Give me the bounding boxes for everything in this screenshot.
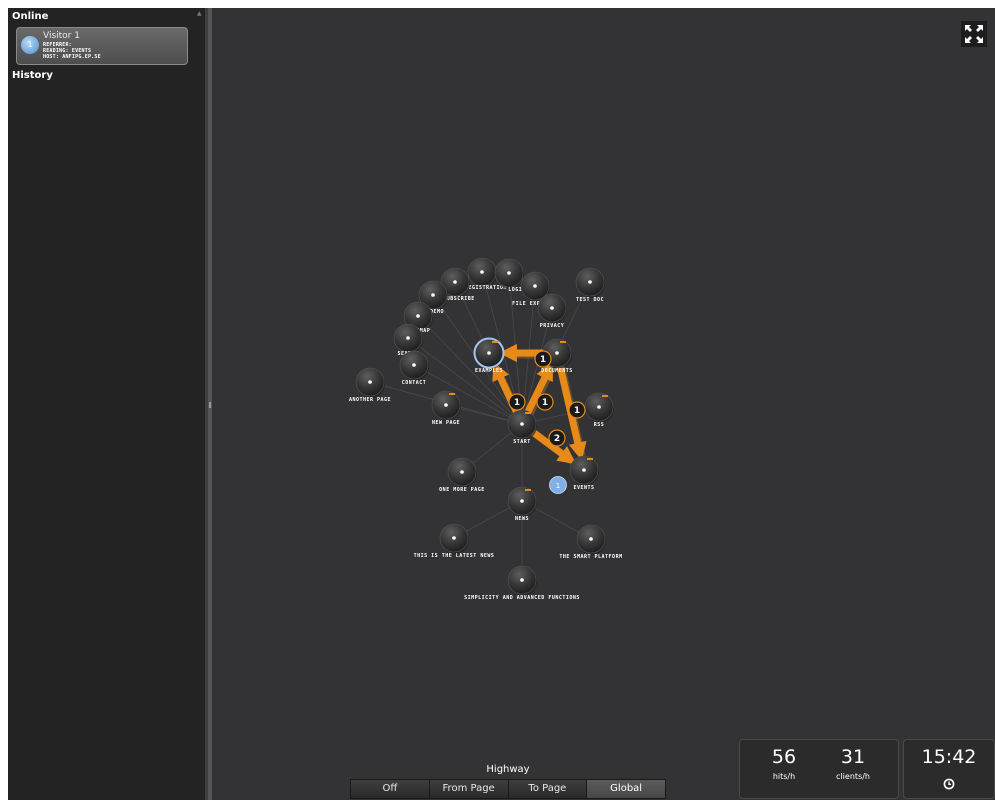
flow-count-badge: 2 (548, 429, 566, 447)
graph-node-events[interactable]: EVENTS (569, 455, 599, 491)
graph-node-new-page[interactable]: NEW PAGE (431, 390, 461, 426)
clock-panel: 15:42 (903, 739, 995, 799)
activity-badge-icon (525, 412, 531, 414)
fullscreen-button[interactable] (961, 21, 987, 47)
app-frame: Online 1 Visitor 1 REFERRER: READING: EV… (8, 8, 995, 800)
highway-from-page-button[interactable]: From Page (429, 780, 509, 798)
graph-node-dot (589, 537, 593, 541)
activity-badge-icon (602, 395, 608, 397)
graph-node-dot (582, 468, 586, 472)
stats-panel: 56 hits/h 31 clients/h (739, 739, 899, 799)
highway-title: Highway (486, 764, 530, 775)
graph-node-dot (453, 280, 457, 284)
graph-node-dot (431, 293, 435, 297)
graph-node-label: THIS IS THE LATEST NEWS (414, 553, 495, 559)
graph-node-label: ANOTHER PAGE (349, 397, 391, 403)
graph-node-simplicity[interactable]: SIMPLICITY AND ADVANCED FUNCTIONS (464, 565, 580, 601)
nodes-layer: REGISTRATION LOGINSUBSCRIBEFILE EXPLORERT… (349, 257, 622, 601)
graph-node-label: NEW PAGE (432, 420, 460, 426)
highway-to-page-button[interactable]: To Page (508, 780, 588, 798)
graph-node-privacy[interactable]: PRIVACY (537, 293, 567, 329)
page-graph: REGISTRATION LOGINSUBSCRIBEFILE EXPLORERT… (349, 257, 622, 601)
graph-node-label: START (513, 439, 531, 445)
graph-node-start[interactable]: START (507, 409, 537, 445)
flow-count-label: 1 (574, 406, 580, 416)
graph-node-label: EXAMPLES (475, 368, 503, 374)
visitor-marker[interactable]: 1 (549, 476, 567, 494)
graph-node-dot (416, 314, 420, 318)
activity-badge-icon (492, 341, 498, 343)
flow-count-badge: 1 (536, 393, 554, 411)
graph-node-dot (460, 470, 464, 474)
visitor-marker-label: 1 (556, 482, 560, 490)
hits-stat: 56 hits/h (754, 746, 814, 781)
flow-count-label: 1 (542, 398, 548, 408)
clients-label: clients/h (836, 772, 870, 781)
clients-stat: 31 clients/h (823, 746, 883, 781)
graph-node-dot (452, 536, 456, 540)
graph-node-examples[interactable]: EXAMPLES (473, 337, 505, 375)
flow-count-label: 2 (554, 434, 560, 444)
flow-count-badge: 1 (534, 350, 552, 368)
graph-node-label: THE SMART PLATFORM (559, 554, 622, 560)
graph-node-label: DOCUMENTS (541, 368, 573, 374)
graph-node-label: ONE MORE PAGE (439, 487, 485, 493)
graph-node-dot (555, 351, 559, 355)
graph-node-label: REGISTRATION (465, 285, 507, 291)
activity-badge-icon (449, 393, 455, 395)
graph-node-dot (412, 363, 416, 367)
graph-node-dot (507, 271, 511, 275)
flow-count-label: 1 (514, 398, 520, 408)
graph-node-label: SIMPLICITY AND ADVANCED FUNCTIONS (464, 595, 580, 601)
graph-node-one-more-page[interactable]: ONE MORE PAGE (439, 457, 485, 493)
graph-node-dot (520, 499, 524, 503)
graph-node-dot (588, 280, 592, 284)
activity-badge-icon (587, 458, 593, 460)
graph-node-label: PRIVACY (540, 323, 565, 329)
hits-label: hits/h (772, 772, 796, 781)
graph-node-dot (520, 578, 524, 582)
activity-badge-icon (525, 489, 531, 491)
graph-node-dot (550, 306, 554, 310)
graph-node-label: EVENTS (573, 485, 594, 491)
graph-node-dot (406, 336, 410, 340)
activity-badge-icon (560, 341, 566, 343)
graph-node-another-page[interactable]: ANOTHER PAGE (349, 367, 391, 403)
graph-node-test-doc[interactable]: TEST DOC (575, 267, 605, 303)
graph-node-dot (597, 405, 601, 409)
clock-time: 15:42 (921, 746, 977, 768)
graph-node-dot (368, 380, 372, 384)
hits-value: 56 (771, 746, 797, 768)
flow-count-badge: 1 (508, 393, 526, 411)
graph-node-news[interactable]: NEWS (507, 486, 537, 522)
graph-node-smart-platform[interactable]: THE SMART PLATFORM (559, 524, 622, 560)
graph-node-label: RSS (594, 422, 605, 428)
graph-node-dot (533, 284, 537, 288)
graph-node-dot (444, 403, 448, 407)
graph-node-label: TEST DOC (576, 297, 604, 303)
fullscreen-icon (965, 25, 983, 43)
graph-node-rss[interactable]: RSS (584, 392, 614, 428)
graph-node-latest-news[interactable]: THIS IS THE LATEST NEWS (414, 523, 495, 559)
graph-node-dot (520, 422, 524, 426)
graph-node-dot (487, 351, 491, 355)
graph-node-contact[interactable]: CONTACT (399, 350, 429, 386)
flow-count-label: 1 (540, 355, 546, 365)
graph-node-dot (480, 270, 484, 274)
graph-node-label: CONTACT (402, 380, 427, 386)
clock-icon (943, 778, 955, 790)
highway-off-button[interactable]: Off (351, 780, 430, 798)
flow-count-badge: 1 (568, 401, 586, 419)
clients-value: 31 (840, 746, 866, 768)
highway-global-button[interactable]: Global (587, 780, 665, 798)
graph-node-label: NEWS (515, 516, 529, 522)
highway-toggle: Off From Page To Page Global (350, 779, 666, 799)
